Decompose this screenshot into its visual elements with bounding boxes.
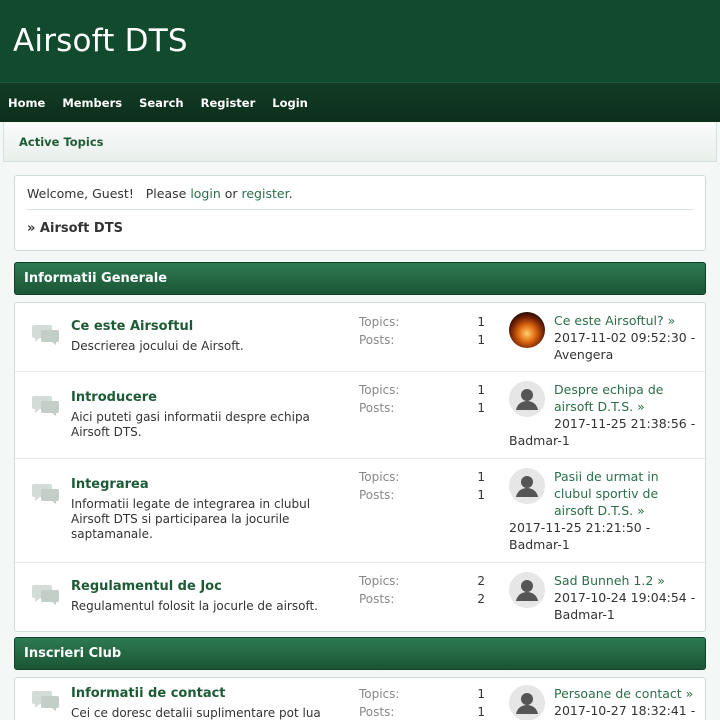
posts-label: Posts: xyxy=(359,401,395,415)
board-stats: Topics: 1 Posts: 1 xyxy=(359,468,485,504)
board-icon xyxy=(32,325,59,345)
topics-count: 1 xyxy=(477,470,485,484)
board-description: Descrierea jocului de Airsoft. xyxy=(71,339,244,353)
board-name[interactable]: Informatii de contact xyxy=(71,686,226,701)
category-header-inscrieri[interactable]: Inscrieri Club xyxy=(14,637,706,670)
default-avatar-icon[interactable] xyxy=(509,572,545,608)
posts-count: 2 xyxy=(477,592,485,606)
default-avatar-icon[interactable] xyxy=(509,381,545,417)
topics-count: 1 xyxy=(477,687,485,701)
nav-search[interactable]: Search xyxy=(139,96,184,110)
board-row: Introducere Aici puteti gasi informatii … xyxy=(15,372,705,459)
page-body: Active Topics Welcome, Guest! Please log… xyxy=(0,122,720,720)
welcome-text: Welcome, Guest! Please login or register… xyxy=(27,186,693,210)
board-description: Cei ce doresc detalii suplimentare pot l… xyxy=(71,706,321,720)
last-post: Despre echipa de airsoft D.T.S. » 2017-1… xyxy=(509,381,699,449)
welcome-suffix: . xyxy=(288,186,293,201)
posts-count: 1 xyxy=(477,705,485,719)
site-header: Airsoft DTS xyxy=(0,0,720,82)
board-icon xyxy=(32,691,59,711)
board-row: Ce este Airsoftul Descrierea jocului de … xyxy=(15,303,705,372)
board-icon xyxy=(32,585,59,605)
last-post: Persoane de contact » 2017-10-27 18:32:4… xyxy=(509,685,699,720)
last-post-meta: 2017-10-24 19:04:54 - Badmar-1 xyxy=(554,590,696,622)
board-list-inscrieri: Informatii de contact Cei ce doresc deta… xyxy=(14,677,706,720)
nav-members[interactable]: Members xyxy=(62,96,122,110)
board-stats: Topics: 1 Posts: 1 xyxy=(359,381,485,417)
category-header-general[interactable]: Informatii Generale xyxy=(14,262,706,295)
topics-count: 1 xyxy=(477,383,485,397)
last-post-meta: 2017-10-27 18:32:41 - xyxy=(554,703,696,718)
topics-label: Topics: xyxy=(359,574,400,588)
board-row: Informatii de contact Cei ce doresc deta… xyxy=(15,678,705,720)
site-title[interactable]: Airsoft DTS xyxy=(13,23,188,59)
active-topics-link[interactable]: Active Topics xyxy=(19,135,104,149)
avatar[interactable] xyxy=(509,312,545,348)
login-link[interactable]: login xyxy=(190,186,220,201)
main-nav: Home Members Search Register Login xyxy=(0,82,720,122)
posts-label: Posts: xyxy=(359,488,395,502)
last-post-link[interactable]: Pasii de urmat in clubul sportiv de airs… xyxy=(554,469,659,518)
last-post: Sad Bunneh 1.2 » 2017-10-24 19:04:54 - B… xyxy=(509,572,699,623)
topics-label: Topics: xyxy=(359,383,400,397)
nav-register[interactable]: Register xyxy=(201,96,256,110)
board-description: Regulamentul folosit la jocurle de airso… xyxy=(71,599,318,613)
nav-home[interactable]: Home xyxy=(8,96,45,110)
posts-count: 1 xyxy=(477,488,485,502)
last-post-meta: 2017-11-02 09:52:30 - Avengera xyxy=(554,330,696,362)
board-row: Integrarea Informatii legate de integrar… xyxy=(15,459,705,563)
last-post: Ce este Airsoftul? » 2017-11-02 09:52:30… xyxy=(509,312,699,363)
breadcrumb[interactable]: » Airsoft DTS xyxy=(27,221,693,236)
last-post-link[interactable]: Ce este Airsoftul? » xyxy=(554,313,675,328)
topics-count: 1 xyxy=(477,315,485,329)
posts-label: Posts: xyxy=(359,705,395,719)
register-link[interactable]: register xyxy=(242,186,289,201)
board-name[interactable]: Integrarea xyxy=(71,477,149,492)
last-post-link[interactable]: Sad Bunneh 1.2 » xyxy=(554,573,665,588)
topics-label: Topics: xyxy=(359,470,400,484)
board-stats: Topics: 1 Posts: 1 xyxy=(359,313,485,349)
topics-label: Topics: xyxy=(359,687,400,701)
posts-label: Posts: xyxy=(359,592,395,606)
posts-count: 1 xyxy=(477,401,485,415)
last-post-link[interactable]: Persoane de contact » xyxy=(554,686,693,701)
posts-label: Posts: xyxy=(359,333,395,347)
last-post: Pasii de urmat in clubul sportiv de airs… xyxy=(509,468,699,553)
board-name[interactable]: Regulamentul de Joc xyxy=(71,579,222,594)
default-avatar-icon[interactable] xyxy=(509,468,545,504)
board-stats: Topics: 1 Posts: 1 xyxy=(359,685,485,720)
last-post-link[interactable]: Despre echipa de airsoft D.T.S. » xyxy=(554,382,663,414)
posts-count: 1 xyxy=(477,333,485,347)
board-row: Regulamentul de Joc Regulamentul folosit… xyxy=(15,563,705,632)
subnav: Active Topics xyxy=(3,122,717,162)
board-icon xyxy=(32,484,59,504)
default-avatar-icon[interactable] xyxy=(509,685,545,720)
board-name[interactable]: Ce este Airsoftul xyxy=(71,319,193,334)
board-stats: Topics: 2 Posts: 2 xyxy=(359,572,485,608)
topics-label: Topics: xyxy=(359,315,400,329)
welcome-middle: or xyxy=(220,186,242,201)
last-post-meta: 2017-11-25 21:21:50 - Badmar-1 xyxy=(509,520,651,552)
welcome-prefix: Welcome, Guest! Please xyxy=(27,186,191,201)
last-post-meta: 2017-11-25 21:38:56 - Badmar-1 xyxy=(509,416,696,448)
board-description: Aici puteti gasi informatii despre echip… xyxy=(71,410,310,439)
welcome-box: Welcome, Guest! Please login or register… xyxy=(14,175,706,251)
topics-count: 2 xyxy=(477,574,485,588)
board-list-general: Ce este Airsoftul Descrierea jocului de … xyxy=(14,302,706,632)
nav-login[interactable]: Login xyxy=(272,96,308,110)
board-icon xyxy=(32,396,59,416)
board-description: Informatii legate de integrarea in clubu… xyxy=(71,497,311,541)
board-name[interactable]: Introducere xyxy=(71,390,157,405)
